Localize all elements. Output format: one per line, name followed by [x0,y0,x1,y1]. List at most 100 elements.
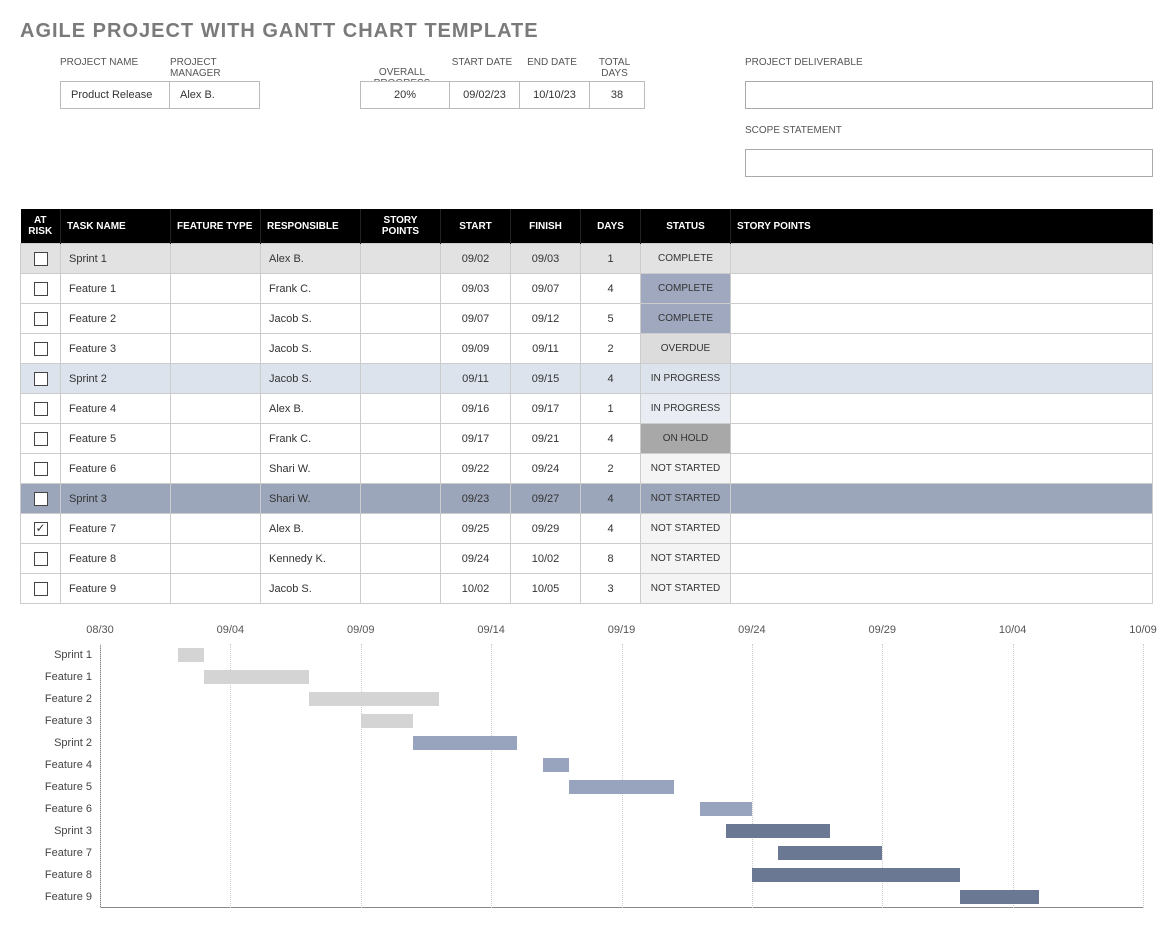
finish-cell[interactable]: 09/29 [511,514,581,544]
feature-type-cell[interactable] [171,454,261,484]
finish-cell[interactable]: 09/03 [511,244,581,274]
deliverable-input[interactable] [745,81,1153,109]
start-cell[interactable]: 09/16 [441,394,511,424]
feature-type-cell[interactable] [171,364,261,394]
story-points2-cell[interactable] [731,334,1153,364]
start-cell[interactable]: 10/02 [441,574,511,604]
start-cell[interactable]: 09/02 [441,244,511,274]
story-points-cell[interactable] [361,304,441,334]
status-cell[interactable]: NOT STARTED [641,484,731,514]
at-risk-checkbox[interactable] [34,462,48,476]
finish-cell[interactable]: 10/05 [511,574,581,604]
feature-type-cell[interactable] [171,274,261,304]
story-points2-cell[interactable] [731,454,1153,484]
project-manager-value[interactable]: Alex B. [170,81,260,109]
responsible-cell[interactable]: Frank C. [261,424,361,454]
at-risk-checkbox[interactable] [34,282,48,296]
story-points-cell[interactable] [361,244,441,274]
finish-cell[interactable]: 09/21 [511,424,581,454]
start-cell[interactable]: 09/25 [441,514,511,544]
responsible-cell[interactable]: Jacob S. [261,574,361,604]
finish-cell[interactable]: 09/24 [511,454,581,484]
story-points2-cell[interactable] [731,574,1153,604]
feature-type-cell[interactable] [171,394,261,424]
at-risk-checkbox[interactable] [34,252,48,266]
status-cell[interactable]: COMPLETE [641,274,731,304]
start-cell[interactable]: 09/07 [441,304,511,334]
finish-cell[interactable]: 09/12 [511,304,581,334]
at-risk-checkbox[interactable] [34,312,48,326]
at-risk-checkbox[interactable] [34,492,48,506]
status-cell[interactable]: OVERDUE [641,334,731,364]
story-points-cell[interactable] [361,394,441,424]
at-risk-checkbox[interactable] [34,582,48,596]
finish-cell[interactable]: 09/11 [511,334,581,364]
finish-cell[interactable]: 09/17 [511,394,581,424]
feature-type-cell[interactable] [171,334,261,364]
story-points-cell[interactable] [361,424,441,454]
feature-type-cell[interactable] [171,424,261,454]
story-points2-cell[interactable] [731,424,1153,454]
at-risk-checkbox[interactable] [34,372,48,386]
status-cell[interactable]: NOT STARTED [641,544,731,574]
story-points-cell[interactable] [361,454,441,484]
story-points-cell[interactable] [361,484,441,514]
at-risk-checkbox[interactable] [34,552,48,566]
feature-type-cell[interactable] [171,304,261,334]
responsible-cell[interactable]: Kennedy K. [261,544,361,574]
start-cell[interactable]: 09/09 [441,334,511,364]
start-cell[interactable]: 09/23 [441,484,511,514]
story-points2-cell[interactable] [731,544,1153,574]
story-points2-cell[interactable] [731,514,1153,544]
responsible-cell[interactable]: Shari W. [261,484,361,514]
responsible-cell[interactable]: Jacob S. [261,334,361,364]
responsible-cell[interactable]: Jacob S. [261,364,361,394]
status-cell[interactable]: IN PROGRESS [641,364,731,394]
finish-cell[interactable]: 09/27 [511,484,581,514]
story-points2-cell[interactable] [731,244,1153,274]
feature-type-cell[interactable] [171,514,261,544]
feature-type-cell[interactable] [171,244,261,274]
end-date-value[interactable]: 10/10/23 [520,81,590,109]
finish-cell[interactable]: 09/15 [511,364,581,394]
responsible-cell[interactable]: Shari W. [261,454,361,484]
start-cell[interactable]: 09/11 [441,364,511,394]
start-date-value[interactable]: 09/02/23 [450,81,520,109]
status-cell[interactable]: ON HOLD [641,424,731,454]
status-cell[interactable]: NOT STARTED [641,454,731,484]
status-cell[interactable]: COMPLETE [641,244,731,274]
project-name-value[interactable]: Product Release [60,81,170,109]
responsible-cell[interactable]: Alex B. [261,394,361,424]
story-points2-cell[interactable] [731,484,1153,514]
at-risk-checkbox[interactable] [34,342,48,356]
status-cell[interactable]: IN PROGRESS [641,394,731,424]
story-points-cell[interactable] [361,334,441,364]
story-points-cell[interactable] [361,574,441,604]
finish-cell[interactable]: 10/02 [511,544,581,574]
start-cell[interactable]: 09/03 [441,274,511,304]
feature-type-cell[interactable] [171,484,261,514]
story-points-cell[interactable] [361,364,441,394]
status-cell[interactable]: NOT STARTED [641,574,731,604]
responsible-cell[interactable]: Alex B. [261,514,361,544]
story-points2-cell[interactable] [731,304,1153,334]
story-points2-cell[interactable] [731,394,1153,424]
responsible-cell[interactable]: Frank C. [261,274,361,304]
feature-type-cell[interactable] [171,544,261,574]
responsible-cell[interactable]: Alex B. [261,244,361,274]
scope-input[interactable] [745,149,1153,177]
status-cell[interactable]: NOT STARTED [641,514,731,544]
story-points-cell[interactable] [361,544,441,574]
feature-type-cell[interactable] [171,574,261,604]
story-points2-cell[interactable] [731,274,1153,304]
start-cell[interactable]: 09/22 [441,454,511,484]
responsible-cell[interactable]: Jacob S. [261,304,361,334]
at-risk-checkbox[interactable] [34,402,48,416]
story-points2-cell[interactable] [731,364,1153,394]
status-cell[interactable]: COMPLETE [641,304,731,334]
at-risk-checkbox[interactable] [34,522,48,536]
story-points-cell[interactable] [361,514,441,544]
start-cell[interactable]: 09/17 [441,424,511,454]
finish-cell[interactable]: 09/07 [511,274,581,304]
story-points-cell[interactable] [361,274,441,304]
